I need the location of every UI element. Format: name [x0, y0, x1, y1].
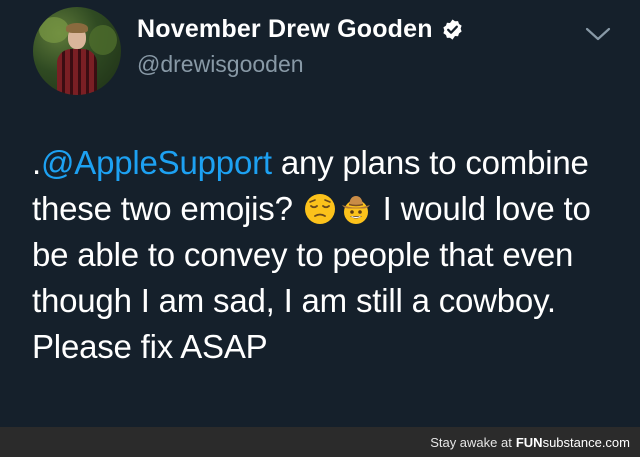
tweet-prefix: .	[32, 144, 41, 181]
user-name-row: November Drew Gooden	[137, 15, 464, 44]
watermark-brand[interactable]: FUNsubstance.com	[516, 435, 630, 450]
mention-link[interactable]: @AppleSupport	[41, 144, 272, 181]
profile-avatar[interactable]	[33, 7, 121, 95]
avatar-person-hair	[66, 23, 88, 33]
pensive-face-emoji-icon	[304, 194, 335, 224]
avatar-foliage	[39, 17, 69, 43]
watermark-bar: Stay awake at FUNsubstance.com	[0, 427, 640, 457]
avatar-foliage	[89, 25, 117, 55]
watermark-brand-rest: substance.com	[542, 434, 630, 450]
watermark-brand-fun: FUN	[515, 434, 543, 450]
chevron-down-icon[interactable]	[584, 24, 612, 44]
verified-badge-icon	[443, 19, 462, 40]
display-name[interactable]: November Drew Gooden	[137, 15, 433, 44]
user-handle[interactable]: @drewisgooden	[137, 51, 304, 78]
cowboy-hat-face-emoji-icon	[341, 196, 370, 224]
watermark-lead: Stay awake at	[430, 434, 512, 450]
tweet-text: .@AppleSupport any plans to combine thes…	[32, 140, 624, 370]
avatar-person-shirt	[57, 49, 97, 95]
